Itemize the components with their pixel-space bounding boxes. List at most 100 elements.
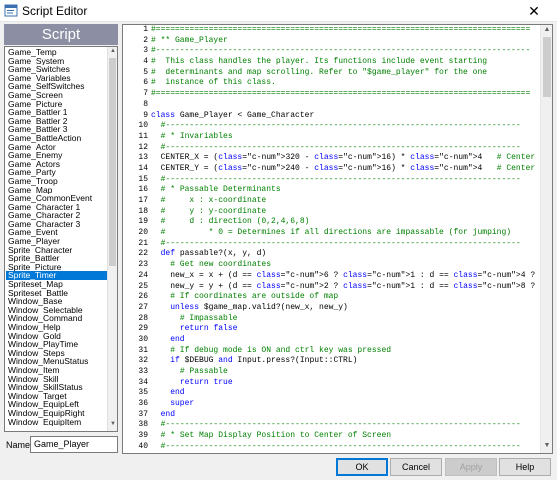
- code-line[interactable]: 1 #======================================…: [123, 25, 541, 36]
- script-list-item[interactable]: Sprite_Character: [6, 246, 108, 255]
- script-list-item[interactable]: Game_Variables: [6, 74, 108, 83]
- code-line[interactable]: 4 # This class handles the player. Its fu…: [123, 57, 541, 68]
- script-list-item[interactable]: Game_Screen: [6, 91, 108, 100]
- code-line[interactable]: 28 # Impassable: [123, 314, 541, 325]
- scrollbar-thumb[interactable]: [543, 37, 551, 97]
- code-line[interactable]: 15 #------------------------------------…: [123, 175, 541, 186]
- script-list-item[interactable]: Window_Skill: [6, 375, 108, 384]
- script-list-item[interactable]: Game_Actor: [6, 143, 108, 152]
- script-list-item[interactable]: Sprite_Timer: [6, 271, 108, 281]
- script-list-item[interactable]: Spriteset_Map: [6, 280, 108, 289]
- code-line[interactable]: 17 # x : x-coordinate: [123, 196, 541, 207]
- code-line[interactable]: 38 #------------------------------------…: [123, 420, 541, 431]
- script-list-item[interactable]: Window_EquipItem: [6, 418, 108, 427]
- script-list-item[interactable]: Window_Steps: [6, 349, 108, 358]
- code-area[interactable]: 1 #======================================…: [123, 25, 541, 453]
- code-line[interactable]: 29 return false: [123, 324, 541, 335]
- editor-scrollbar[interactable]: ▲ ▼: [540, 25, 552, 453]
- script-list-item[interactable]: Window_Base: [6, 297, 108, 306]
- script-list-item[interactable]: Game_Battler 2: [6, 117, 108, 126]
- script-list-item[interactable]: Game_Party: [6, 168, 108, 177]
- script-list-item[interactable]: Window_Command: [6, 314, 108, 323]
- code-line[interactable]: 22 def passable?(x, y, d): [123, 249, 541, 260]
- code-line[interactable]: 40 #------------------------------------…: [123, 442, 541, 453]
- script-list-item[interactable]: Game_Picture: [6, 100, 108, 109]
- script-list-item[interactable]: Game_Character 2: [6, 211, 108, 220]
- code-line[interactable]: 11 # * Invariables: [123, 132, 541, 143]
- code-line[interactable]: 9 class Game_Player < Game_Character: [123, 111, 541, 122]
- code-line[interactable]: 37 end: [123, 410, 541, 421]
- code-line[interactable]: 33 # Passable: [123, 367, 541, 378]
- cancel-button[interactable]: Cancel: [390, 458, 442, 476]
- close-button[interactable]: ✕: [511, 0, 557, 22]
- code-line[interactable]: 6 # instance of this class.: [123, 78, 541, 89]
- code-line[interactable]: 23 # Get new coordinates: [123, 260, 541, 271]
- script-list-item[interactable]: Sprite_Picture: [6, 263, 108, 272]
- script-list-item[interactable]: Game_SelfSwitches: [6, 82, 108, 91]
- code-line[interactable]: 12 #------------------------------------…: [123, 143, 541, 154]
- script-list-item[interactable]: Game_Battler 1: [6, 108, 108, 117]
- code-line[interactable]: 8: [123, 100, 541, 111]
- script-list-item[interactable]: Window_Item: [6, 366, 108, 375]
- help-button[interactable]: Help: [499, 458, 551, 476]
- script-list-item[interactable]: Game_Character 3: [6, 220, 108, 229]
- code-line[interactable]: 16 # * Passable Determinants: [123, 185, 541, 196]
- script-list-item[interactable]: Game_Event: [6, 228, 108, 237]
- script-list-item[interactable]: Game_System: [6, 57, 108, 66]
- code-line[interactable]: 36 super: [123, 399, 541, 410]
- script-list-item[interactable]: Game_Actors: [6, 160, 108, 169]
- script-list-item[interactable]: Game_Battler 3: [6, 125, 108, 134]
- script-list-item[interactable]: Window_Help: [6, 323, 108, 332]
- scroll-down-arrow-icon[interactable]: ▼: [109, 421, 117, 430]
- scroll-up-arrow-icon[interactable]: ▲: [543, 26, 551, 36]
- code-line[interactable]: 35 end: [123, 388, 541, 399]
- script-list-item[interactable]: Game_Character 1: [6, 203, 108, 212]
- code-line[interactable]: 14 CENTER_Y = (class="c-num">240 - class…: [123, 164, 541, 175]
- script-list-item[interactable]: Sprite_Battler: [6, 254, 108, 263]
- code-line[interactable]: 18 # y : y-coordinate: [123, 207, 541, 218]
- code-line[interactable]: 7 #======================================…: [123, 89, 541, 100]
- code-line[interactable]: 32 if $DEBUG and Input.press?(Input::CTR…: [123, 356, 541, 367]
- script-list-item[interactable]: Window_EquipLeft: [6, 400, 108, 409]
- script-list-item[interactable]: Window_Gold: [6, 332, 108, 341]
- code-line[interactable]: 31 # If debug mode is ON and ctrl key wa…: [123, 346, 541, 357]
- code-line[interactable]: 20 # * 0 = Determines if all directions …: [123, 228, 541, 239]
- code-line[interactable]: 39 # * Set Map Display Position to Cente…: [123, 431, 541, 442]
- ok-button[interactable]: OK: [336, 458, 388, 476]
- code-line[interactable]: 3 #--------------------------------------…: [123, 46, 541, 57]
- code-line[interactable]: 19 # d : direction (0,2,4,6,8): [123, 217, 541, 228]
- script-list-item[interactable]: Window_SkillStatus: [6, 383, 108, 392]
- scroll-down-arrow-icon[interactable]: ▼: [543, 442, 551, 452]
- script-list-item[interactable]: Game_Temp: [6, 48, 108, 57]
- script-list[interactable]: Game_Temp Game_System Game_Switches Game_Va…: [6, 48, 108, 430]
- script-list-item[interactable]: Game_Player: [6, 237, 108, 246]
- code-line[interactable]: 30 end: [123, 335, 541, 346]
- code-line[interactable]: 2 # ** Game_Player: [123, 36, 541, 47]
- code-editor[interactable]: 1 #======================================…: [122, 24, 553, 454]
- code-line[interactable]: 41 def center(x, y): [123, 453, 541, 454]
- script-list-item[interactable]: Spriteset_Battle: [6, 289, 108, 298]
- script-list-item[interactable]: Game_Switches: [6, 65, 108, 74]
- script-list-scrollbar[interactable]: ▲ ▼: [107, 47, 117, 431]
- script-list-item[interactable]: Game_Troop: [6, 177, 108, 186]
- script-list-item[interactable]: Window_MenuStatus: [6, 357, 108, 366]
- script-list-item[interactable]: Window_Selectable: [6, 306, 108, 315]
- script-list-item[interactable]: Game_Enemy: [6, 151, 108, 160]
- script-name-input[interactable]: Game_Player: [30, 436, 118, 453]
- script-list-item[interactable]: Window_Target: [6, 392, 108, 401]
- code-line[interactable]: 10 #------------------------------------…: [123, 121, 541, 132]
- scroll-up-arrow-icon[interactable]: ▲: [109, 48, 117, 57]
- code-line[interactable]: 21 #------------------------------------…: [123, 239, 541, 250]
- apply-button[interactable]: Apply: [445, 458, 497, 476]
- script-list-item[interactable]: Game_BattleAction: [6, 134, 108, 143]
- code-line[interactable]: 26 # If coordinates are outside of map: [123, 292, 541, 303]
- code-line[interactable]: 5 # determinants and map scrolling. Refer…: [123, 68, 541, 79]
- code-line[interactable]: 24 new_x = x + (d == class="c-num">6 ? c…: [123, 271, 541, 282]
- code-line[interactable]: 25 new_y = y + (d == class="c-num">2 ? c…: [123, 282, 541, 293]
- script-list-item[interactable]: Window_EquipRight: [6, 409, 108, 418]
- script-list-item[interactable]: Game_Map: [6, 186, 108, 195]
- script-list-item[interactable]: Window_PlayTime: [6, 340, 108, 349]
- code-line[interactable]: 34 return true: [123, 378, 541, 389]
- scrollbar-thumb[interactable]: [109, 58, 116, 266]
- code-line[interactable]: 13 CENTER_X = (class="c-num">320 - class…: [123, 153, 541, 164]
